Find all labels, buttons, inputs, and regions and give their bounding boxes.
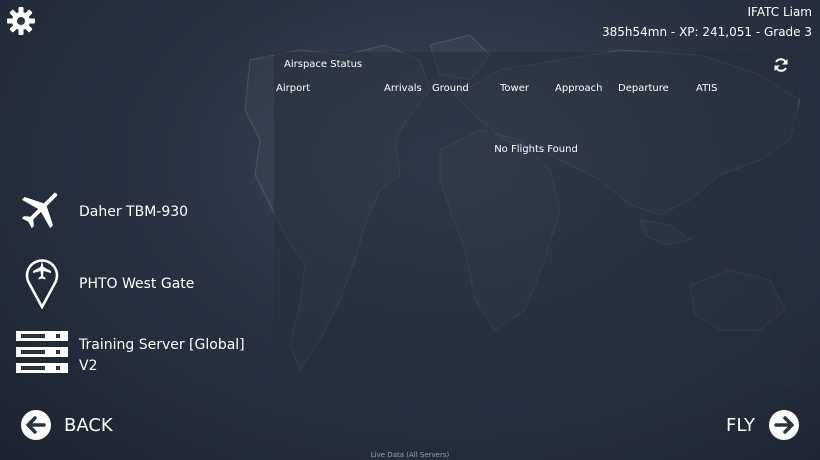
aircraft-selector[interactable]: Daher TBM-930 — [14, 186, 264, 234]
column-approach[interactable]: Approach — [555, 83, 603, 94]
server-label-line1: Training Server [Global] — [79, 337, 245, 353]
column-airport[interactable]: Airport — [276, 83, 310, 94]
column-ground[interactable]: Ground — [432, 83, 469, 94]
user-stats: 385h54mn - XP: 241,051 - Grade 3 — [602, 25, 812, 39]
airspace-status-panel: Airspace Status Airport Arrivals Ground … — [274, 52, 798, 388]
location-selector[interactable]: PHTO West Gate — [14, 253, 264, 309]
back-label: BACK — [64, 415, 113, 436]
empty-state-message: No Flights Found — [494, 144, 578, 155]
back-button[interactable]: BACK — [20, 405, 130, 445]
server-label-line2: V2 — [79, 358, 98, 374]
column-departure[interactable]: Departure — [618, 83, 669, 94]
location-label: PHTO West Gate — [79, 276, 195, 292]
gear-icon[interactable] — [6, 6, 36, 36]
column-arrivals[interactable]: Arrivals — [384, 83, 422, 94]
panel-title: Airspace Status — [284, 59, 363, 70]
server-selector[interactable]: Training Server [Global] V2 — [14, 330, 264, 376]
arrow-right-icon — [769, 410, 799, 440]
server-icon — [16, 331, 68, 373]
refresh-icon[interactable] — [772, 56, 790, 74]
column-atis[interactable]: ATIS — [696, 83, 717, 94]
fly-label: FLY — [726, 415, 755, 436]
fly-button[interactable]: FLY — [726, 405, 800, 445]
airplane-icon — [21, 192, 58, 229]
column-tower[interactable]: Tower — [500, 83, 529, 94]
arrow-left-icon — [21, 410, 51, 440]
aircraft-label: Daher TBM-930 — [79, 204, 189, 220]
location-pin-icon — [25, 259, 59, 309]
footer-live-data: Live Data (All Servers) — [370, 451, 450, 459]
user-name: IFATC Liam — [747, 5, 813, 19]
